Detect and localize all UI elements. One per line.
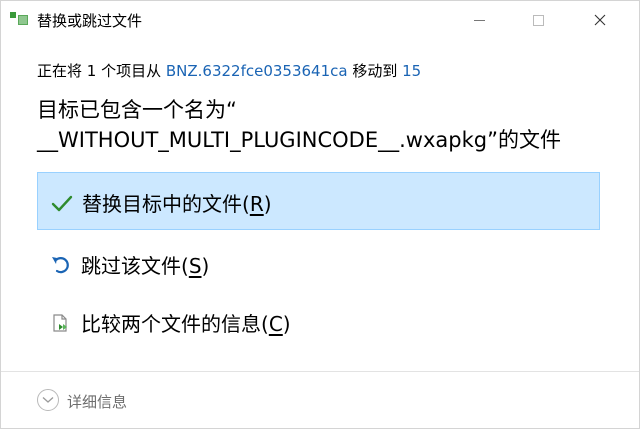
compare-files-icon xyxy=(53,314,67,332)
maximize-icon xyxy=(532,14,544,26)
compare-files-option[interactable]: 比较两个文件的信息(C) xyxy=(37,293,600,351)
source-folder-link[interactable]: BNZ.6322fce0353641ca xyxy=(166,62,348,80)
replace-file-label: 替换目标中的文件(R) xyxy=(82,192,272,216)
skip-file-label: 跳过该文件(S) xyxy=(81,254,210,278)
minimize-icon xyxy=(473,19,485,21)
compare-files-label: 比较两个文件的信息(C) xyxy=(81,312,291,336)
replace-or-skip-dialog: 替换或跳过文件 正在将 1 个项目从 BNZ.6322fce0353641ca … xyxy=(0,0,640,429)
minimize-button[interactable] xyxy=(456,1,502,39)
close-icon xyxy=(594,14,606,26)
footer-divider xyxy=(1,371,639,372)
checkmark-icon xyxy=(51,195,73,212)
title-bar[interactable]: 替换或跳过文件 xyxy=(1,1,639,39)
replace-file-option[interactable]: 替换目标中的文件(R) xyxy=(37,172,600,230)
file-move-app-icon xyxy=(10,12,28,26)
undo-arrow-icon xyxy=(52,257,69,274)
conflict-heading: 目标已包含一个名为“ __WITHOUT_MULTI_PLUGINCODE__.… xyxy=(37,95,561,155)
destination-folder-link[interactable]: 15 xyxy=(402,62,421,80)
maximize-button[interactable] xyxy=(515,1,561,39)
window-title: 替换或跳过文件 xyxy=(37,12,143,30)
details-label: 详细信息 xyxy=(67,393,128,411)
move-status-middle: 移动到 xyxy=(347,62,403,80)
skip-file-option[interactable]: 跳过该文件(S) xyxy=(37,235,600,293)
close-button[interactable] xyxy=(577,1,623,39)
details-circle xyxy=(37,389,59,411)
move-status-text: 正在将 1 个项目从 BNZ.6322fce0353641ca 移动到 15 xyxy=(37,60,421,81)
chevron-down-icon xyxy=(42,397,54,403)
conflict-heading-line2: __WITHOUT_MULTI_PLUGINCODE__.wxapkg”的文件 xyxy=(37,128,561,152)
conflict-heading-line1: 目标已包含一个名为“ xyxy=(37,98,237,122)
move-status-prefix: 正在将 1 个项目从 xyxy=(37,62,166,80)
